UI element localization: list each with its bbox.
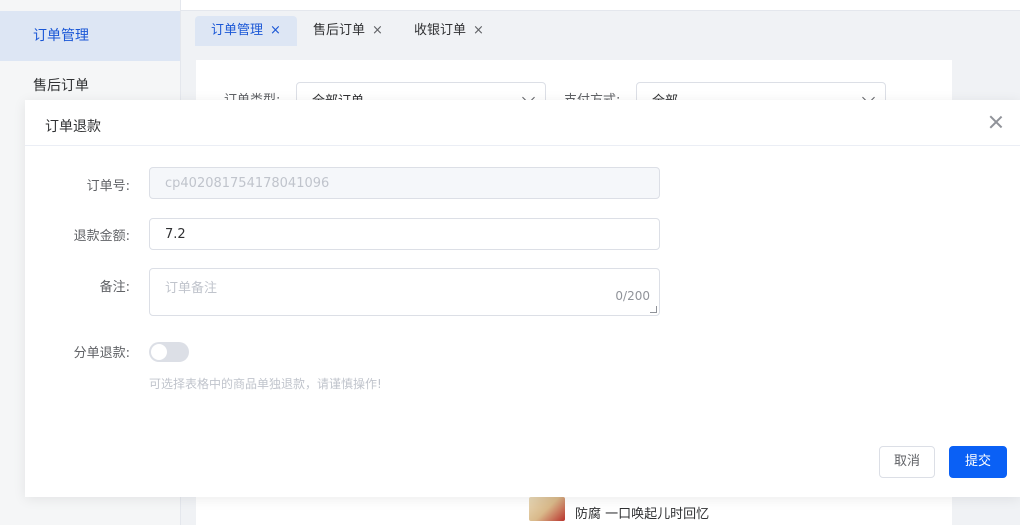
order-number-value: cp402081754178041096 xyxy=(165,176,330,191)
refund-amount-field[interactable]: 7.2 xyxy=(149,218,660,250)
split-refund-label: 分单退款: xyxy=(73,346,130,361)
dialog-title: 订单退款 xyxy=(45,119,101,135)
product-thumbnail xyxy=(529,497,565,521)
remark-placeholder: 订单备注 xyxy=(165,281,218,296)
remark-label: 备注: xyxy=(99,280,130,295)
submit-button[interactable]: 提交 xyxy=(949,446,1007,478)
toggle-knob xyxy=(151,344,167,360)
close-icon[interactable] xyxy=(988,114,1004,130)
remark-textarea[interactable]: 订单备注 0/200 xyxy=(149,268,660,316)
tab-bar: 订单管理 × 售后订单 × 收银订单 × xyxy=(181,11,1020,47)
split-refund-toggle[interactable] xyxy=(149,342,189,362)
tab-after-sales-orders[interactable]: 售后订单 × xyxy=(297,16,399,46)
tab-order-management[interactable]: 订单管理 × xyxy=(195,16,297,46)
close-icon[interactable]: × xyxy=(270,23,281,38)
close-icon[interactable]: × xyxy=(372,23,383,38)
top-header xyxy=(181,0,1020,11)
tab-label: 订单管理 xyxy=(211,23,264,38)
refund-amount-value: 7.2 xyxy=(165,227,186,242)
cancel-button[interactable]: 取消 xyxy=(879,446,935,478)
order-number-label: 订单号: xyxy=(86,179,130,194)
tab-label: 售后订单 xyxy=(313,23,366,38)
dialog-header: 订单退款 xyxy=(25,100,1020,146)
close-icon[interactable]: × xyxy=(473,23,484,38)
refund-amount-label: 退款金额: xyxy=(73,229,130,244)
tab-cashier-orders[interactable]: 收银订单 × xyxy=(398,16,500,46)
refund-dialog: 订单退款 订单号: cp402081754178041096 退款金额: 7.2… xyxy=(25,100,1020,497)
resize-handle-icon[interactable] xyxy=(650,306,657,313)
sidebar-item-order-management[interactable]: 订单管理 xyxy=(0,11,180,61)
product-name: 防腐 一口唤起儿时回忆 xyxy=(575,507,710,522)
character-count: 0/200 xyxy=(615,289,650,303)
order-number-field[interactable]: cp402081754178041096 xyxy=(149,167,660,199)
tab-label: 收银订单 xyxy=(414,23,467,38)
split-refund-hint: 可选择表格中的商品单独退款，请谨慎操作! xyxy=(149,377,382,391)
